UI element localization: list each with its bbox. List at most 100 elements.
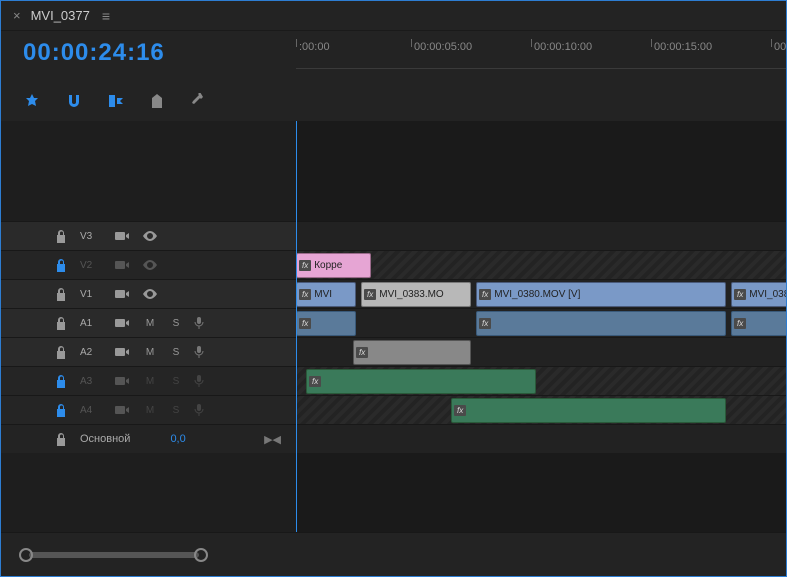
- track-lane-a4[interactable]: fx: [296, 395, 786, 424]
- mute-button[interactable]: M: [142, 376, 158, 387]
- track-lane-v1[interactable]: fxMVI fxMVI_0383.MO fxMVI_0380.MOV [V] f…: [296, 279, 786, 308]
- voiceover-icon[interactable]: [194, 316, 210, 330]
- track-label: A4: [80, 405, 104, 416]
- track-header-v3[interactable]: V3: [1, 221, 296, 250]
- tab-title: MVI_0377: [31, 8, 90, 23]
- zoom-handle-left[interactable]: [19, 548, 33, 562]
- sync-lock-icon[interactable]: [114, 346, 132, 358]
- track-label: A1: [80, 318, 104, 329]
- solo-button[interactable]: S: [168, 347, 184, 358]
- solo-button[interactable]: S: [168, 376, 184, 387]
- ruler-tick: 00:00:05:00: [414, 41, 472, 53]
- mute-button[interactable]: M: [142, 347, 158, 358]
- tab-bar: × MVI_0377 ≡: [1, 1, 786, 31]
- sync-lock-icon[interactable]: [114, 288, 132, 300]
- fx-badge: fx: [454, 405, 466, 416]
- master-value[interactable]: 0,0: [170, 433, 185, 445]
- timecode-display[interactable]: 00:00:24:16: [1, 31, 296, 81]
- playhead[interactable]: [296, 121, 297, 532]
- voiceover-icon[interactable]: [194, 374, 210, 388]
- track-label: V3: [80, 231, 104, 242]
- master-arrows-icon[interactable]: ▶◀: [264, 433, 281, 446]
- clip-a1[interactable]: fx: [476, 311, 726, 336]
- clip-a4[interactable]: fx: [451, 398, 726, 423]
- fx-badge: fx: [309, 376, 321, 387]
- track-header-v1[interactable]: V1: [1, 279, 296, 308]
- clip-v1[interactable]: fxMVI_0380.: [731, 282, 786, 307]
- clip-v2[interactable]: fxКорре: [296, 253, 371, 278]
- sync-lock-icon[interactable]: [114, 317, 132, 329]
- mute-button[interactable]: M: [142, 318, 158, 329]
- track-lane-master[interactable]: [296, 424, 786, 453]
- fx-badge: fx: [299, 260, 311, 271]
- track-header-a4[interactable]: A4 M S: [1, 395, 296, 424]
- fx-badge: fx: [479, 289, 491, 300]
- ruler-tick: 00:00:15:00: [654, 41, 712, 53]
- eye-icon[interactable]: [142, 260, 158, 270]
- track-label: A2: [80, 347, 104, 358]
- eye-icon[interactable]: [142, 231, 158, 241]
- lock-icon[interactable]: [56, 259, 70, 272]
- track-header-v2[interactable]: V2: [1, 250, 296, 279]
- track-lane-a2[interactable]: fx: [296, 337, 786, 366]
- track-header-a2[interactable]: A2 M S: [1, 337, 296, 366]
- clip-a2[interactable]: fx: [353, 340, 471, 365]
- solo-button[interactable]: S: [168, 318, 184, 329]
- fx-badge: fx: [734, 318, 746, 329]
- scroll-thumb[interactable]: [29, 552, 199, 558]
- clip-a1[interactable]: fx: [731, 311, 786, 336]
- tab-close-icon[interactable]: ×: [13, 8, 21, 23]
- sync-lock-icon[interactable]: [114, 404, 132, 416]
- track-lane-a1[interactable]: fx fx fx: [296, 308, 786, 337]
- markers-icon[interactable]: [149, 93, 165, 109]
- lock-icon[interactable]: [56, 317, 70, 330]
- snap-icon[interactable]: [65, 92, 83, 110]
- fx-badge: fx: [356, 347, 368, 358]
- fx-badge: fx: [734, 289, 746, 300]
- clip-a3[interactable]: fx: [306, 369, 536, 394]
- track-lane-v2[interactable]: fxКорре: [296, 250, 786, 279]
- track-lane-a3[interactable]: fx: [296, 366, 786, 395]
- track-header-a3[interactable]: A3 M S: [1, 366, 296, 395]
- lock-icon[interactable]: [56, 230, 70, 243]
- time-ruler[interactable]: :00:00 00:00:05:00 00:00:10:00 00:00:15:…: [296, 41, 786, 69]
- fx-badge: fx: [299, 318, 311, 329]
- eye-icon[interactable]: [142, 289, 158, 299]
- fx-badge: fx: [479, 318, 491, 329]
- mute-button[interactable]: M: [142, 405, 158, 416]
- tab-menu-icon[interactable]: ≡: [102, 8, 110, 24]
- track-label: V1: [80, 289, 104, 300]
- clip-v1[interactable]: fxMVI_0383.MO: [361, 282, 471, 307]
- lock-icon[interactable]: [56, 375, 70, 388]
- lock-icon[interactable]: [56, 346, 70, 359]
- ruler-tick: :00:00: [299, 41, 330, 53]
- clip-a1[interactable]: fx: [296, 311, 356, 336]
- ruler-tick: 00:: [774, 41, 787, 53]
- clip-v1[interactable]: fxMVI_0380.MOV [V]: [476, 282, 726, 307]
- sync-lock-icon[interactable]: [114, 259, 132, 271]
- fx-badge: fx: [364, 289, 376, 300]
- track-label: V2: [80, 260, 104, 271]
- zoom-handle-right[interactable]: [194, 548, 208, 562]
- voiceover-icon[interactable]: [194, 403, 210, 417]
- track-header-a1[interactable]: A1 M S: [1, 308, 296, 337]
- track-lane-v3[interactable]: [296, 221, 786, 250]
- settings-icon[interactable]: [189, 93, 205, 109]
- timecode-value: 00:00:24:16: [23, 39, 165, 66]
- fx-badge: fx: [299, 289, 311, 300]
- solo-button[interactable]: S: [168, 405, 184, 416]
- insert-overwrite-icon[interactable]: [23, 92, 41, 110]
- voiceover-icon[interactable]: [194, 345, 210, 359]
- timeline-area[interactable]: fxКорре fxMVI fxMVI_0383.MO fxMVI_0380.M…: [296, 121, 786, 532]
- linked-selection-icon[interactable]: [107, 92, 125, 110]
- zoom-scrollbar[interactable]: [1, 532, 786, 576]
- sync-lock-icon[interactable]: [114, 230, 132, 242]
- clip-v1[interactable]: fxMVI: [296, 282, 356, 307]
- track-label: A3: [80, 376, 104, 387]
- master-track-header[interactable]: Основной 0,0 ▶◀: [1, 424, 296, 453]
- lock-icon[interactable]: [56, 288, 70, 301]
- ruler-tick: 00:00:10:00: [534, 41, 592, 53]
- lock-icon[interactable]: [56, 404, 70, 417]
- sync-lock-icon[interactable]: [114, 375, 132, 387]
- lock-icon[interactable]: [56, 433, 70, 446]
